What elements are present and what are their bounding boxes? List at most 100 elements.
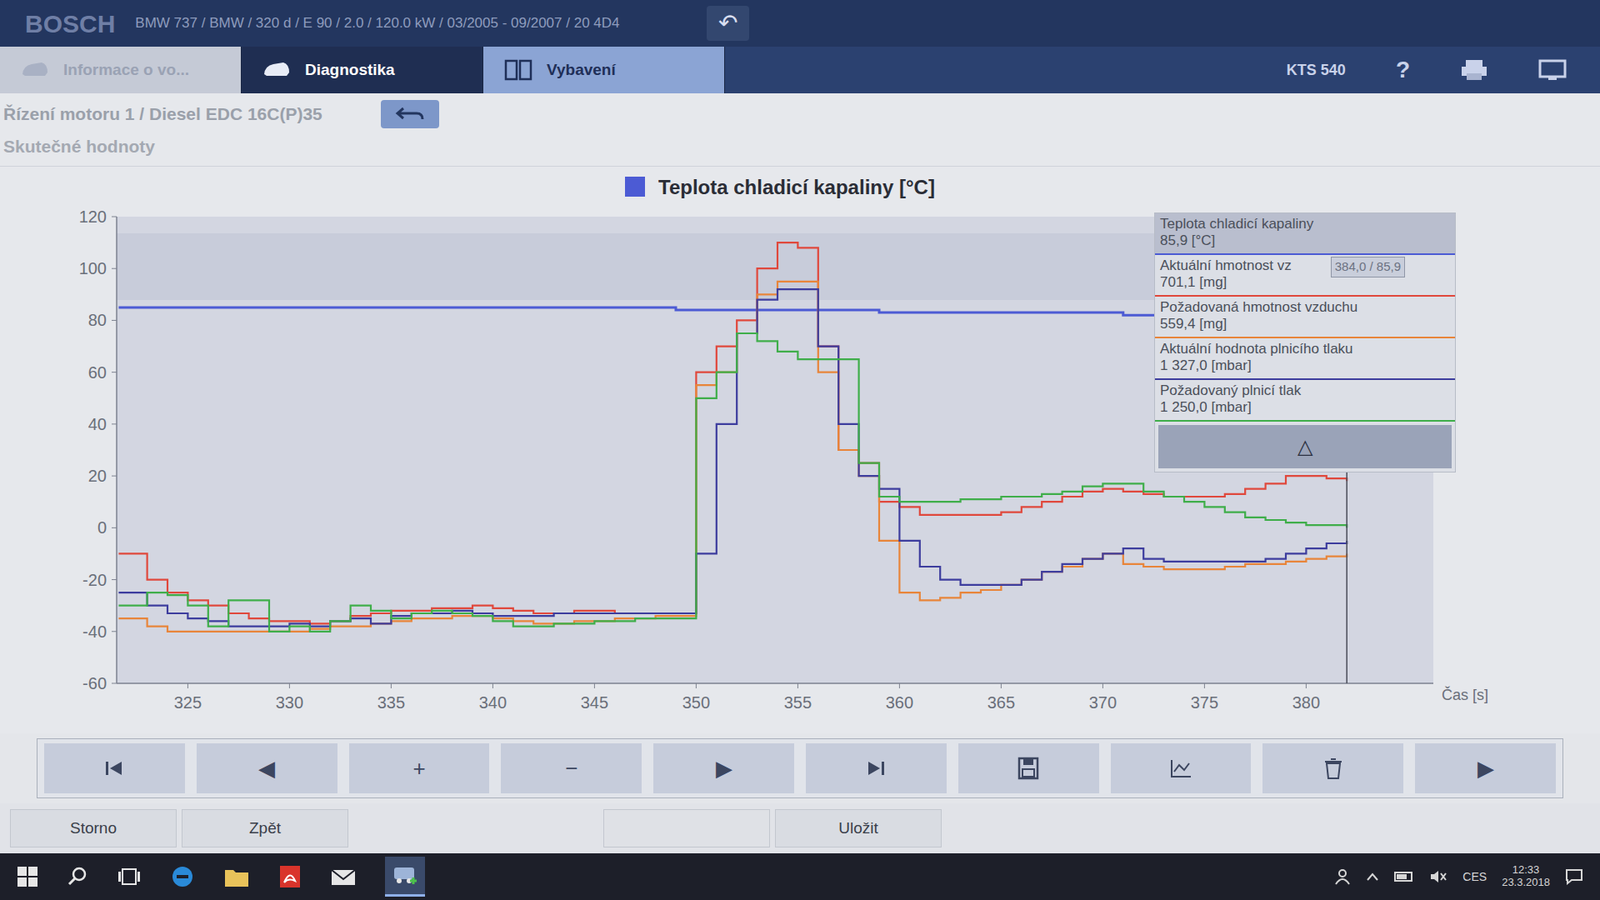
subheader: Řízení motoru 1 / Diesel EDC 16C(P)35 Sk… — [0, 93, 1600, 167]
x-tick-label: 355 — [784, 693, 812, 712]
tab-row: Informace o vo...DiagnostikaVybavení KTS… — [0, 46, 1600, 94]
search-icon[interactable] — [66, 865, 89, 888]
toolbar-button[interactable]: ◀ — [196, 743, 338, 794]
y-tick-label: 40 — [88, 415, 107, 434]
chart-panel: Teplota chladicí kapaliny [°C]1201008060… — [0, 166, 1600, 734]
toolbar-button[interactable]: − — [500, 743, 642, 794]
skip-start-icon — [101, 756, 127, 780]
people-icon[interactable] — [1334, 867, 1351, 886]
footer-button — [603, 809, 770, 848]
vehicle-title: BMW 737 / BMW / 320 d / E 90 / 2.0 / 120… — [135, 12, 620, 35]
x-tick — [899, 683, 900, 689]
folder-icon[interactable] — [223, 865, 250, 889]
y-tick-label: 20 — [88, 466, 107, 485]
mail-icon[interactable] — [330, 865, 357, 889]
screen-icon[interactable] — [1538, 58, 1567, 82]
y-tick-label: 80 — [88, 310, 107, 330]
y-tick — [111, 579, 117, 580]
x-tick — [1102, 683, 1104, 689]
save-icon — [1015, 756, 1041, 780]
page-subtitle: Skutečné hodnoty — [3, 133, 1597, 160]
x-axis-label: Čas [s] — [1441, 685, 1489, 704]
toolbar-button[interactable]: ▶ — [1415, 743, 1556, 794]
x-tick — [492, 683, 494, 689]
language-indicator[interactable]: CES — [1462, 868, 1487, 886]
chart-title: Teplota chladicí kapaliny [°C] — [658, 175, 935, 199]
kts-app-taskbar-button[interactable] — [385, 856, 425, 897]
clock[interactable]: 12:33 23.3.2018 — [1501, 864, 1550, 890]
chevron-up-icon[interactable] — [1365, 871, 1380, 882]
x-tick-label: 350 — [682, 693, 710, 712]
legend-row[interactable]: Aktuální hodnota plnicího tlaku1 327,0 [… — [1155, 338, 1455, 380]
x-tick — [1305, 683, 1307, 689]
toolbar: ◀+−▶▶ — [0, 733, 1600, 804]
x-tick — [187, 683, 189, 689]
car-icon — [261, 57, 292, 83]
print-icon[interactable] — [1460, 58, 1489, 82]
footer-button[interactable]: Storno — [10, 809, 177, 848]
footer-button[interactable]: Zpět — [181, 809, 349, 848]
x-tick-label: 375 — [1190, 693, 1219, 712]
tab[interactable]: Informace o vo... — [0, 46, 242, 94]
footer-button[interactable]: Uložit — [775, 809, 942, 848]
x-tick — [594, 683, 595, 689]
back-button[interactable]: ↶ — [706, 5, 750, 41]
taskbar: CES 12:33 23.3.2018 — [0, 853, 1600, 900]
edge-browser-icon[interactable] — [170, 864, 195, 890]
toolbar-button[interactable] — [1110, 743, 1252, 794]
pdf-icon[interactable] — [278, 864, 302, 890]
y-tick-label: 60 — [88, 363, 107, 382]
collapse-button[interactable]: △ — [1158, 425, 1452, 469]
info-car-icon — [20, 57, 50, 83]
toolbar-button[interactable] — [44, 743, 185, 794]
legend-row[interactable]: Teplota chladicí kapaliny85,9 [°C] — [1155, 213, 1455, 255]
device-label: KTS 540 — [1286, 59, 1346, 82]
task-view-icon[interactable] — [116, 865, 142, 888]
x-tick — [1000, 683, 1002, 689]
y-tick-label: 0 — [97, 518, 107, 537]
toolbar-button[interactable]: ▶ — [653, 743, 795, 794]
y-tick — [111, 527, 117, 529]
x-tick — [390, 683, 392, 689]
back-button[interactable] — [380, 100, 440, 129]
tab[interactable]: Vybavení — [483, 46, 725, 94]
y-tick-label: -60 — [82, 674, 107, 693]
x-tick-label: 370 — [1089, 693, 1117, 712]
x-tick-label: 380 — [1292, 693, 1320, 712]
y-tick — [111, 268, 117, 270]
legend-swatch — [625, 176, 645, 197]
toolbar-button[interactable]: + — [349, 743, 490, 794]
y-tick — [111, 630, 117, 632]
cursor-tooltip: 384,0 / 85,9 — [1330, 256, 1405, 278]
x-tick-label: 340 — [479, 693, 507, 712]
y-tick — [111, 423, 117, 425]
windows-start-icon[interactable] — [16, 865, 39, 888]
skip-end-icon — [863, 756, 889, 780]
toolbar-button[interactable] — [805, 743, 947, 794]
x-tick — [797, 683, 799, 689]
legend-row[interactable]: Požadovaný plnicí tlak1 250,0 [mbar] — [1155, 380, 1455, 422]
speaker-icon[interactable] — [1429, 869, 1448, 885]
legend-row[interactable]: Aktuální hmotnost vz701,1 [mg]384,0 / 85… — [1155, 255, 1455, 297]
title-bar: BOSCH BMW 737 / BMW / 320 d / E 90 / 2.0… — [0, 0, 1600, 47]
legend-row[interactable]: Požadovaná hmotnost vzduchu559,4 [mg] — [1155, 296, 1455, 339]
y-tick — [111, 216, 117, 218]
toolbar-button[interactable] — [1262, 743, 1404, 794]
y-tick — [111, 320, 117, 321]
y-tick-label: 120 — [79, 207, 107, 226]
tab[interactable]: Diagnostika — [241, 46, 484, 94]
book-icon — [503, 57, 534, 83]
y-axis — [115, 216, 118, 684]
legend-panel: Teplota chladicí kapaliny85,9 [°C]Aktuál… — [1154, 212, 1456, 473]
x-tick-label: 325 — [174, 693, 202, 712]
battery-icon[interactable] — [1394, 870, 1415, 883]
y-tick-label: -40 — [82, 622, 107, 641]
help-button[interactable]: ? — [1395, 52, 1410, 88]
notification-icon[interactable] — [1565, 868, 1584, 885]
toolbar-button[interactable] — [958, 743, 1100, 794]
x-tick — [289, 683, 290, 689]
y-tick-label: -20 — [82, 570, 107, 590]
x-tick-label: 345 — [580, 693, 609, 712]
x-axis — [116, 682, 1434, 685]
button-row: StornoZpět Uložit — [0, 803, 1600, 854]
